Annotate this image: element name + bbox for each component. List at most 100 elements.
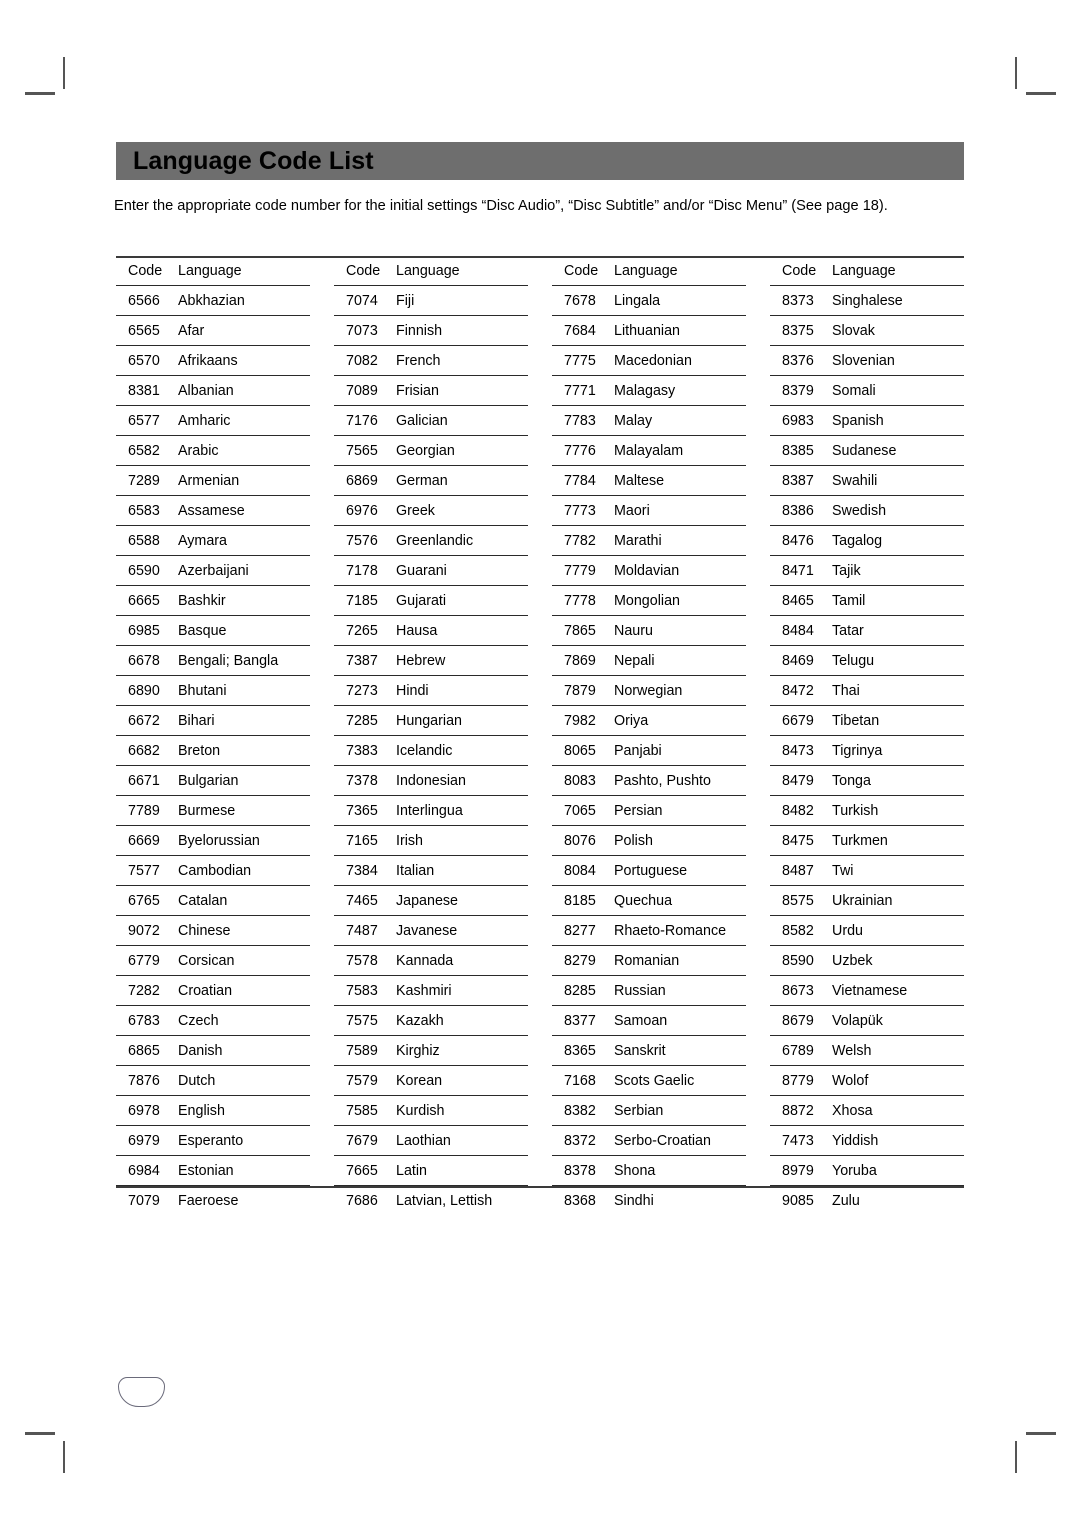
cell-code: 8475 [782,832,814,849]
column-header-language: Language [832,262,896,279]
table-row: 7282 Croatian [116,976,310,1006]
cell-language: Korean [396,1072,443,1089]
cell-code: 8376 [782,352,814,369]
table-row: 8065 Panjabi [552,736,746,766]
table-row: 8076 Polish [552,826,746,856]
table-row: 8679 Volapük [770,1006,964,1036]
table-row: 7387 Hebrew [334,646,528,676]
crop-mark-top-right-vertical [1015,57,1017,89]
cell-language: Croatian [178,982,233,999]
cell-language: Slovenian [832,352,895,369]
cell-code: 8084 [564,862,596,879]
cell-language: Hungarian [396,712,462,729]
cell-code: 6765 [128,892,160,909]
table-row: 8277 Rhaeto-Romance [552,916,746,946]
cell-code: 9085 [782,1192,814,1209]
cell-language: Armenian [178,472,240,489]
cell-code: 7773 [564,502,596,519]
crop-mark-bottom-right-vertical [1015,1441,1017,1473]
cell-language: Shona [614,1162,656,1179]
table-row: 7079 Faeroese [116,1186,310,1215]
table-row: 8084 Portuguese [552,856,746,886]
cell-code: 7579 [346,1072,378,1089]
table-row: 8381 Albanian [116,376,310,406]
cell-code: 6679 [782,712,814,729]
cell-language: Thai [832,682,860,699]
cell-code: 8473 [782,742,814,759]
cell-code: 7783 [564,412,596,429]
cell-language: Tamil [832,592,866,609]
cell-language: Tagalog [832,532,883,549]
cell-code: 7776 [564,442,596,459]
table-row: 7589 Kirghiz [334,1036,528,1066]
cell-code: 7168 [564,1072,596,1089]
cell-code: 7365 [346,802,378,819]
cell-language: Fiji [396,292,415,309]
cell-language: Kurdish [396,1102,445,1119]
table-row: 7678 Lingala [552,286,746,316]
cell-language: Tatar [832,622,864,639]
cell-language: Kashmiri [396,982,452,999]
cell-code: 6565 [128,322,160,339]
table-row: 8368 Sindhi [552,1186,746,1215]
table-row: 7487 Javanese [334,916,528,946]
cell-language: Rhaeto-Romance [614,922,727,939]
cell-code: 8575 [782,892,814,909]
cell-code: 6678 [128,652,160,669]
table-row: 6671 Bulgarian [116,766,310,796]
cell-language: Kannada [396,952,454,969]
cell-code: 7585 [346,1102,378,1119]
cell-language: Bashkir [178,592,226,609]
cell-code: 8487 [782,862,814,879]
cell-code: 7578 [346,952,378,969]
table-row: 8376 Slovenian [770,346,964,376]
cell-code: 6577 [128,412,160,429]
cell-code: 6783 [128,1012,160,1029]
cell-code: 8582 [782,922,814,939]
table-row: 8365 Sanskrit [552,1036,746,1066]
table-row: 8673 Vietnamese [770,976,964,1006]
cell-language: Indonesian [396,772,466,789]
cell-code: 7185 [346,592,378,609]
cell-code: 8673 [782,982,814,999]
cell-language: Macedonian [614,352,692,369]
cell-language: Malay [614,412,653,429]
cell-code: 6983 [782,412,814,429]
cell-language: Scots Gaelic [614,1072,695,1089]
table-row: 8386 Swedish [770,496,964,526]
table-row: 8377 Samoan [552,1006,746,1036]
cell-code: 7073 [346,322,378,339]
cell-code: 8379 [782,382,814,399]
cell-language: Chinese [178,922,231,939]
cell-language: Malagasy [614,382,676,399]
table-row: 8476 Tagalog [770,526,964,556]
table-row: 7565 Georgian [334,436,528,466]
cell-language: Icelandic [396,742,453,759]
table-row: 7578 Kannada [334,946,528,976]
table-column: Code Language 7678 Lingala 7684 Lithuanian 777… [552,256,770,1215]
table-header-row: Code Language [116,256,310,286]
cell-code: 8185 [564,892,596,909]
cell-language: Cambodian [178,862,252,879]
cell-language: Nepali [614,652,655,669]
cell-code: 7282 [128,982,160,999]
cell-code: 8471 [782,562,814,579]
cell-language: Albanian [178,382,234,399]
cell-language: Greenlandic [396,532,474,549]
table-header-row: Code Language [770,256,964,286]
table-row: 8475 Turkmen [770,826,964,856]
table-row: 6783 Czech [116,1006,310,1036]
cell-language: Assamese [178,502,245,519]
crop-mark-bottom-left-vertical [63,1441,65,1473]
cell-code: 8387 [782,472,814,489]
cell-language: Swahili [832,472,878,489]
cell-code: 7473 [782,1132,814,1149]
cell-code: 6582 [128,442,160,459]
table-row: 7089 Frisian [334,376,528,406]
cell-language: Aymara [178,532,227,549]
table-row: 6588 Aymara [116,526,310,556]
cell-language: Polish [614,832,653,849]
table-row: 6890 Bhutani [116,676,310,706]
cell-language: Panjabi [614,742,662,759]
table-row: 8185 Quechua [552,886,746,916]
